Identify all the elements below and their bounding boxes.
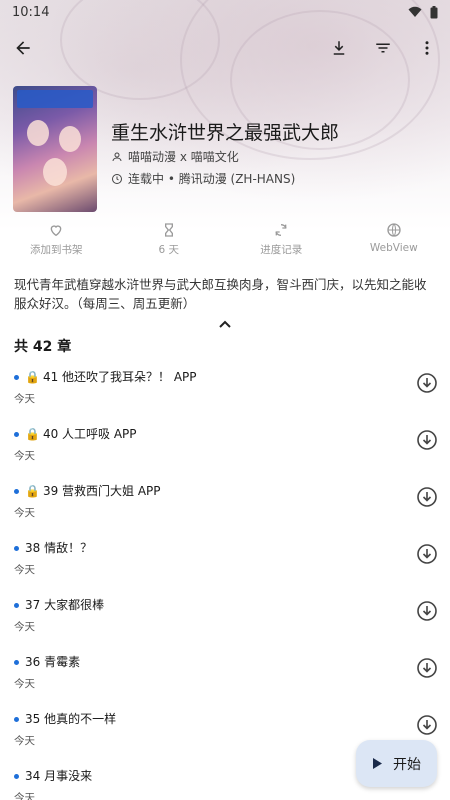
chevron-up-icon xyxy=(219,320,231,328)
download-chapter-icon[interactable] xyxy=(416,372,438,394)
lock-icon: 🔒 xyxy=(25,426,40,441)
lock-icon: 🔒 xyxy=(25,369,40,384)
status-text: 连载中 • 腾讯动漫 (ZH-HANS) xyxy=(128,172,296,186)
webview-button[interactable]: WebView xyxy=(344,222,444,266)
author-text: 喵喵动漫 x 喵喵文化 xyxy=(128,150,239,164)
hourglass-icon xyxy=(164,223,173,237)
download-chapter-icon[interactable] xyxy=(416,486,438,508)
back-button[interactable] xyxy=(10,35,36,61)
chapter-date: 今天 xyxy=(14,450,35,462)
update-interval-label: 6 天 xyxy=(158,244,180,256)
sync-icon xyxy=(275,224,287,236)
filter-button[interactable] xyxy=(370,35,396,61)
tracking-button[interactable]: 进度记录 xyxy=(231,222,331,266)
collapse-description-button[interactable] xyxy=(216,317,234,331)
chapter-date: 今天 xyxy=(14,507,35,519)
manga-title: 重生水浒世界之最强武大郎 xyxy=(111,122,340,144)
download-chapter-icon[interactable] xyxy=(416,657,438,679)
play-icon xyxy=(373,758,382,769)
download-button[interactable] xyxy=(326,35,352,61)
unread-dot xyxy=(14,774,19,779)
webview-label: WebView xyxy=(369,242,418,254)
person-icon xyxy=(112,152,122,161)
chapter-title: 🔒 41 他还吹了我耳朵？！ APP xyxy=(25,369,197,385)
download-icon xyxy=(333,41,345,55)
unread-dot xyxy=(14,489,19,494)
chapter-date: 今天 xyxy=(14,792,35,800)
more-options-button[interactable] xyxy=(414,35,440,61)
heart-outline-icon xyxy=(50,225,62,237)
chapter-date: 今天 xyxy=(14,564,35,576)
manga-description[interactable]: 现代青年武植穿越水浒世界与武大郎互换肉身，智斗西门庆，以先知之能收服众好汉。（每… xyxy=(14,275,436,313)
chapter-list: 🔒 41 他还吹了我耳朵？！ APP 今天 🔒 40 人工呼吸 APP 今天 🔒 39… xyxy=(0,358,450,800)
download-chapter-icon[interactable] xyxy=(416,429,438,451)
status-time: 10:14 xyxy=(12,4,50,20)
filter-icon xyxy=(376,43,390,53)
globe-icon xyxy=(387,223,401,237)
more-vert-icon xyxy=(425,41,429,55)
add-to-library-label: 添加到书架 xyxy=(30,244,83,256)
lock-icon: 🔒 xyxy=(25,483,40,498)
status-row: 连载中 • 腾讯动漫 (ZH-HANS) xyxy=(111,170,295,187)
battery-icon xyxy=(430,5,438,18)
manga-cover[interactable] xyxy=(13,86,97,212)
action-row: 添加到书架 6 天 进度记录 WebView xyxy=(0,222,450,266)
start-reading-label: 开始 xyxy=(393,756,421,773)
chapter-title: 🔒 40 人工呼吸 APP xyxy=(25,426,137,442)
chapter-title: 38 情敌！？ xyxy=(25,541,93,555)
unread-dot xyxy=(14,546,19,551)
chapter-date: 今天 xyxy=(14,678,35,690)
chapter-row[interactable]: 🔒 40 人工呼吸 APP 今天 xyxy=(0,415,450,472)
author-row: 喵喵动漫 x 喵喵文化 xyxy=(111,148,239,165)
chapter-row[interactable]: 37 大家都很棒 今天 xyxy=(0,586,450,643)
chapter-title: 35 他真的不一样 xyxy=(25,712,117,726)
toolbar xyxy=(0,28,450,68)
download-chapter-icon[interactable] xyxy=(416,714,438,736)
unread-dot xyxy=(14,432,19,437)
download-chapter-icon[interactable] xyxy=(416,600,438,622)
unread-dot xyxy=(14,603,19,608)
chapter-date: 今天 xyxy=(14,735,35,747)
chapter-count: 共 42 章 xyxy=(14,339,72,355)
chapter-title: 36 青霉素 xyxy=(25,655,81,669)
clock-icon xyxy=(112,173,122,184)
wifi-icon xyxy=(408,6,422,17)
unread-dot xyxy=(14,660,19,665)
chapter-row[interactable]: 38 情敌！？ 今天 xyxy=(0,529,450,586)
add-to-library-button[interactable]: 添加到书架 xyxy=(6,222,106,266)
unread-dot xyxy=(14,375,19,380)
chapter-date: 今天 xyxy=(14,621,35,633)
chapter-row[interactable]: 🔒 39 营救西门大姐 APP 今天 xyxy=(0,472,450,529)
chapter-title: 🔒 39 营救西门大姐 APP xyxy=(25,483,161,499)
arrow-back-icon xyxy=(16,41,30,55)
tracking-label: 进度记录 xyxy=(260,244,303,256)
start-reading-button[interactable]: 开始 xyxy=(356,740,437,787)
unread-dot xyxy=(14,717,19,722)
chapter-title: 37 大家都很棒 xyxy=(25,598,105,612)
chapter-title: 34 月事没来 xyxy=(25,769,93,783)
update-interval-button[interactable]: 6 天 xyxy=(119,222,219,266)
chapter-row[interactable]: 🔒 41 他还吹了我耳朵？！ APP 今天 xyxy=(0,358,450,415)
chapter-date: 今天 xyxy=(14,393,35,405)
status-bar: 10:14 xyxy=(0,0,450,24)
chapter-row[interactable]: 36 青霉素 今天 xyxy=(0,643,450,700)
download-chapter-icon[interactable] xyxy=(416,543,438,565)
